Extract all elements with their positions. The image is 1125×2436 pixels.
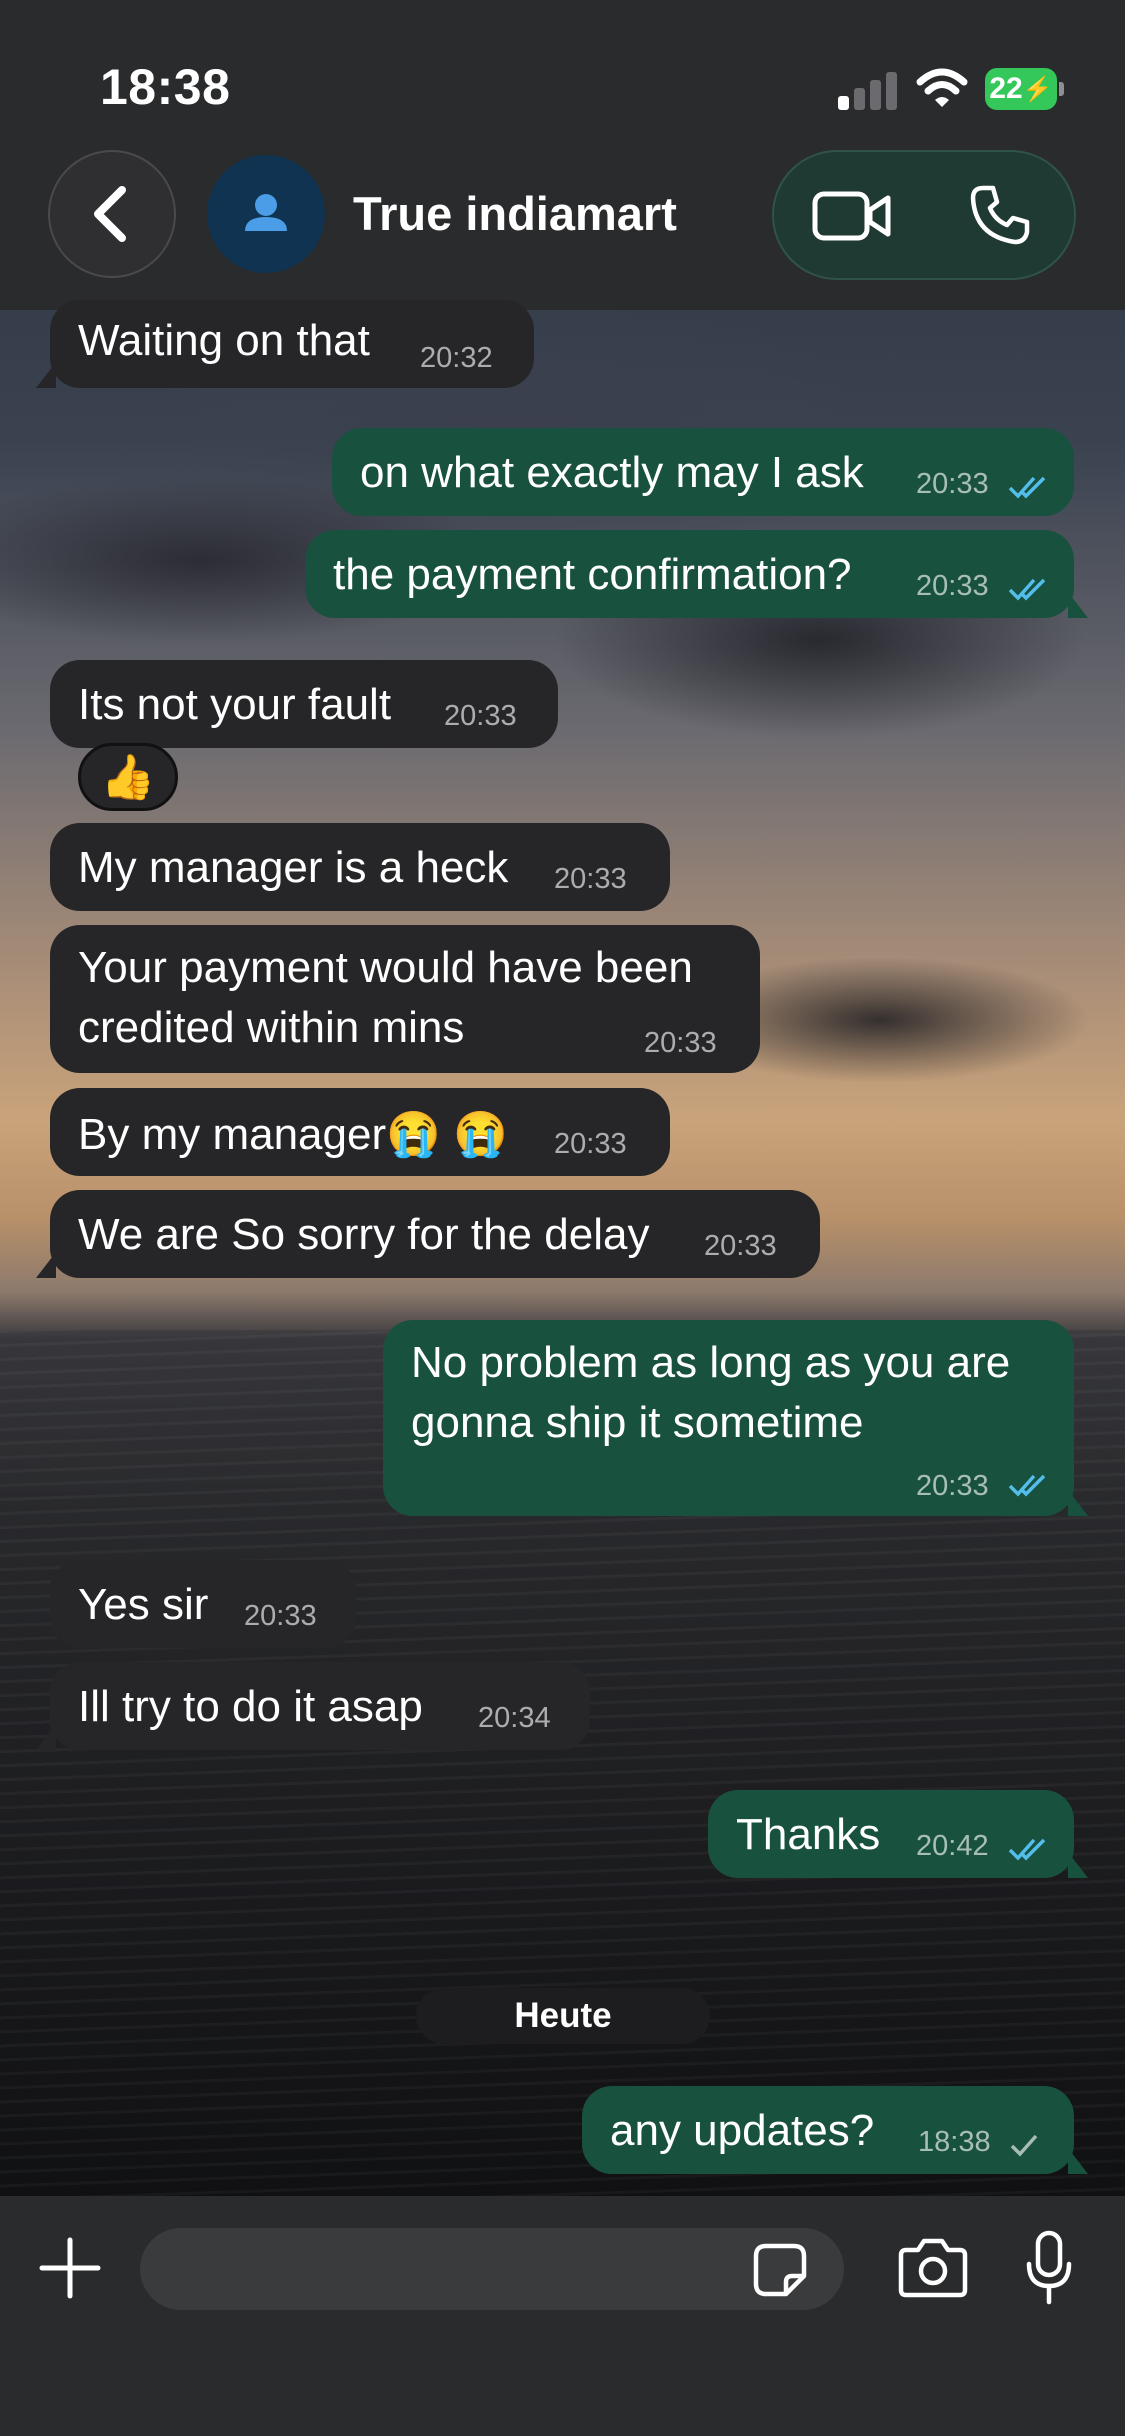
message-text-line1: No problem as long as you are — [411, 1338, 1011, 1387]
call-buttons — [772, 150, 1076, 280]
message-text: the payment confirmation? — [333, 550, 852, 599]
message-text-line2: gonna ship it sometime — [411, 1398, 864, 1447]
read-receipt-icon — [1008, 578, 1046, 601]
composer-bar — [0, 2196, 1125, 2436]
chat-header: 18:38 22 ⚡ True indiamart — [0, 0, 1125, 310]
message-outgoing[interactable]: Thanks 20:42 — [708, 1790, 1088, 1878]
message-incoming[interactable]: Its not your fault 20:33 — [50, 660, 558, 748]
message-time: 20:33 — [644, 1027, 717, 1059]
message-incoming[interactable]: Yes sir 20:33 — [50, 1560, 356, 1648]
battery-icon: 22 ⚡ — [985, 68, 1065, 110]
message-time: 20:32 — [420, 342, 493, 374]
day-separator: Heute — [416, 1988, 710, 2044]
plus-icon[interactable] — [38, 2236, 102, 2300]
person-icon — [245, 194, 287, 231]
contact-avatar[interactable] — [207, 155, 325, 273]
message-text: By my manager😭 😭 — [78, 1110, 508, 1159]
message-incoming[interactable]: Ill try to do it asap 20:34 — [36, 1662, 590, 1750]
message-time: 20:42 — [916, 1830, 989, 1862]
status-time: 18:38 — [100, 59, 231, 115]
message-text: Waiting on that — [78, 316, 370, 365]
contact-name[interactable]: True indiamart — [353, 186, 677, 241]
message-text: Ill try to do it asap — [78, 1682, 423, 1731]
message-time: 20:33 — [554, 1128, 627, 1160]
battery-level: 22 — [989, 72, 1023, 105]
message-reaction[interactable]: 👍 — [78, 743, 178, 811]
message-outgoing[interactable]: on what exactly may I ask 20:33 — [332, 428, 1074, 516]
message-text: My manager is a heck — [78, 843, 509, 892]
message-time: 20:33 — [704, 1230, 777, 1262]
message-outgoing[interactable]: the payment confirmation? 20:33 — [305, 530, 1088, 618]
message-incoming[interactable]: By my manager😭 😭 20:33 — [50, 1088, 670, 1176]
message-text: Thanks — [736, 1810, 881, 1859]
message-time: 20:33 — [916, 1470, 989, 1502]
microphone-icon[interactable] — [1024, 2230, 1074, 2306]
message-text: Yes sir — [78, 1580, 209, 1629]
cellular-signal-icon — [838, 70, 900, 110]
message-incoming[interactable]: Waiting on that 20:32 — [36, 300, 534, 388]
message-input[interactable] — [140, 2228, 844, 2310]
message-incoming[interactable]: My manager is a heck 20:33 — [50, 823, 670, 911]
back-button[interactable] — [48, 150, 176, 278]
message-text-line2: credited within mins — [78, 1003, 465, 1052]
message-incoming[interactable]: Your payment would have been credited wi… — [50, 925, 760, 1073]
read-receipt-icon — [1008, 1474, 1046, 1497]
video-call-icon[interactable] — [812, 188, 892, 244]
message-time: 20:33 — [916, 468, 989, 500]
message-incoming[interactable]: We are So sorry for the delay 20:33 — [36, 1190, 820, 1278]
back-chevron-icon — [94, 186, 126, 242]
message-text: Its not your fault — [78, 680, 392, 729]
message-time: 20:33 — [244, 1600, 317, 1632]
read-receipt-icon — [1008, 1838, 1046, 1861]
message-time: 20:33 — [444, 700, 517, 732]
message-text: We are So sorry for the delay — [78, 1210, 650, 1259]
message-outgoing[interactable]: No problem as long as you are gonna ship… — [383, 1320, 1088, 1516]
message-time: 18:38 — [918, 2126, 991, 2158]
read-receipt-icon — [1008, 476, 1046, 499]
wifi-icon — [916, 68, 968, 107]
phone-icon[interactable] — [969, 184, 1031, 246]
message-text: on what exactly may I ask — [360, 448, 864, 497]
message-time: 20:33 — [554, 863, 627, 895]
sticker-icon[interactable] — [752, 2242, 808, 2298]
message-time: 20:34 — [478, 1702, 551, 1734]
sent-check-icon — [1010, 2134, 1038, 2157]
message-text-line1: Your payment would have been — [78, 943, 693, 992]
message-time: 20:33 — [916, 570, 989, 602]
message-text: any updates? — [610, 2106, 875, 2155]
camera-icon[interactable] — [898, 2236, 968, 2298]
message-outgoing[interactable]: any updates? 18:38 — [582, 2086, 1088, 2174]
